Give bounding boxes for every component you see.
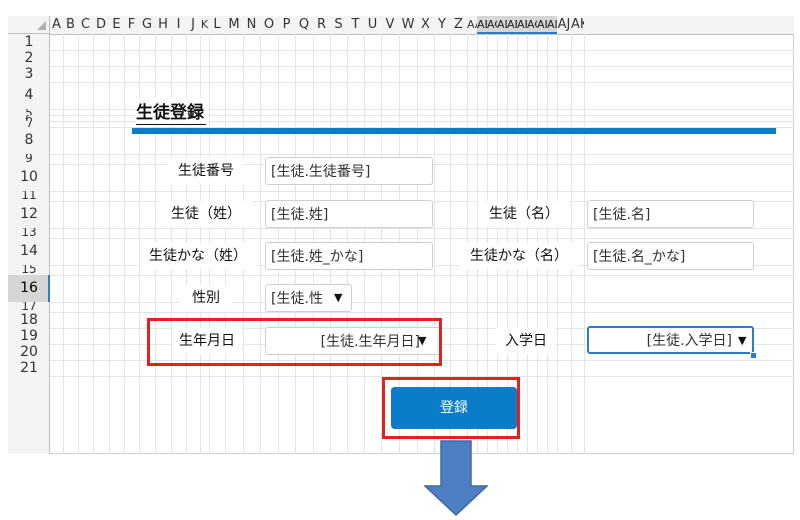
enrollment-date-select[interactable]: [生徒.入学日] [587, 326, 754, 354]
dropdown-caret-icon[interactable]: ▼ [334, 284, 342, 312]
birthdate-highlight-box [147, 318, 442, 366]
row-header-8[interactable]: 8 [8, 127, 50, 154]
student-number-field[interactable]: [生徒.生徒番号] [265, 157, 433, 185]
row-header-3[interactable]: 3 [8, 66, 50, 82]
column-header-i[interactable]: I [171, 16, 186, 34]
column-header-b[interactable]: B [63, 16, 78, 34]
last-name-label: 生徒（姓） [160, 201, 252, 227]
column-header-l[interactable]: L [209, 16, 225, 34]
row-header-20[interactable]: 20 [8, 344, 50, 360]
grid-column-line [63, 34, 64, 454]
column-header-s[interactable]: S [330, 16, 347, 34]
row-header-16[interactable]: 16 [8, 275, 50, 302]
column-header-ak[interactable]: AK [571, 16, 584, 34]
down-arrow-icon [424, 440, 488, 516]
dropdown-caret-icon[interactable]: ▼ [738, 327, 746, 355]
grid-column-line [584, 34, 585, 454]
column-header-t[interactable]: T [347, 16, 364, 34]
column-header-x[interactable]: X [417, 16, 434, 34]
column-header-w[interactable]: W [399, 16, 417, 34]
column-selection-indicator [477, 32, 557, 34]
grid-column-line [93, 34, 94, 454]
column-header-f[interactable]: F [124, 16, 139, 34]
title-underline [136, 124, 206, 125]
grid-row-line [50, 50, 794, 51]
row-header-10[interactable]: 10 [8, 164, 50, 191]
grid-row-line [50, 154, 794, 155]
row-header-9[interactable]: 9 [8, 154, 50, 164]
row-header-12[interactable]: 12 [8, 201, 50, 228]
column-header-p[interactable]: P [278, 16, 295, 34]
row-header-21[interactable]: 21 [8, 360, 50, 376]
grid-column-line [260, 34, 261, 454]
page-title: 生徒登録 [136, 98, 208, 126]
column-header-n[interactable]: N [243, 16, 260, 34]
row-header-1[interactable]: 1 [8, 34, 50, 50]
column-header-d[interactable]: D [93, 16, 109, 34]
column-header-j[interactable]: J [186, 16, 200, 34]
first-name-label: 生徒（名） [478, 201, 570, 227]
selection-fill-handle[interactable] [750, 352, 757, 359]
row-header-15[interactable]: 15 [8, 265, 50, 275]
row-header-2[interactable]: 2 [8, 50, 50, 66]
grid-row-line [50, 275, 794, 276]
column-header-o[interactable]: O [260, 16, 278, 34]
title-accent-bar [132, 128, 776, 134]
select-all-corner-icon[interactable] [8, 16, 50, 34]
column-header-aa[interactable]: AA [467, 16, 477, 34]
row-header-17[interactable]: 17 [8, 302, 50, 312]
row-header-14[interactable]: 14 [8, 238, 50, 265]
student-number-label: 生徒番号 [168, 158, 244, 184]
register-button-highlight-box [382, 377, 520, 439]
row-header-13[interactable]: 13 [8, 228, 50, 238]
column-header-y[interactable]: Y [434, 16, 450, 34]
spreadsheet: ABCDEFGHIJKLMNOPQRSTUVWXYZAAABACADAEAFAG… [0, 0, 800, 520]
last-name-field[interactable]: [生徒.姓] [265, 200, 433, 228]
grid-row-line [50, 66, 794, 67]
grid-column-line [124, 34, 125, 454]
row-selection-indicator [48, 275, 50, 302]
row-header-18[interactable]: 18 [8, 312, 50, 328]
column-header-u[interactable]: U [364, 16, 381, 34]
grid-row-line [50, 228, 794, 229]
column-header-h[interactable]: H [155, 16, 171, 34]
column-header-z[interactable]: Z [450, 16, 467, 34]
enrollment-date-label: 入学日 [496, 328, 556, 354]
column-header-a[interactable]: A [50, 16, 63, 34]
first-name-kana-label: 生徒かな（名） [460, 243, 578, 269]
column-header-aj[interactable]: AJ [557, 16, 571, 34]
grid-row-line [50, 302, 794, 303]
column-header-e[interactable]: E [109, 16, 124, 34]
grid-column-line [109, 34, 110, 454]
row-header-4[interactable]: 4 [8, 82, 50, 109]
gender-label: 性別 [180, 285, 232, 311]
first-name-field[interactable]: [生徒.名] [587, 200, 754, 228]
column-header-v[interactable]: V [381, 16, 399, 34]
column-header-q[interactable]: Q [295, 16, 313, 34]
column-header-c[interactable]: C [78, 16, 93, 34]
column-header-k[interactable]: K [200, 16, 209, 34]
last-name-kana-label: 生徒かな（姓） [140, 243, 256, 269]
grid-row-line [50, 238, 794, 239]
column-header-g[interactable]: G [139, 16, 155, 34]
row-header-11[interactable]: 11 [8, 191, 50, 201]
grid-row-line [50, 82, 794, 83]
row-header-19[interactable]: 19 [8, 328, 50, 344]
first-name-kana-field[interactable]: [生徒.名_かな] [587, 242, 754, 270]
grid-row-line [50, 191, 794, 192]
column-header-r[interactable]: R [313, 16, 330, 34]
grid-row-line [50, 312, 794, 313]
grid-column-line [78, 34, 79, 454]
column-header-m[interactable]: M [225, 16, 243, 34]
last-name-kana-field[interactable]: [生徒.姓_かな] [265, 242, 433, 270]
